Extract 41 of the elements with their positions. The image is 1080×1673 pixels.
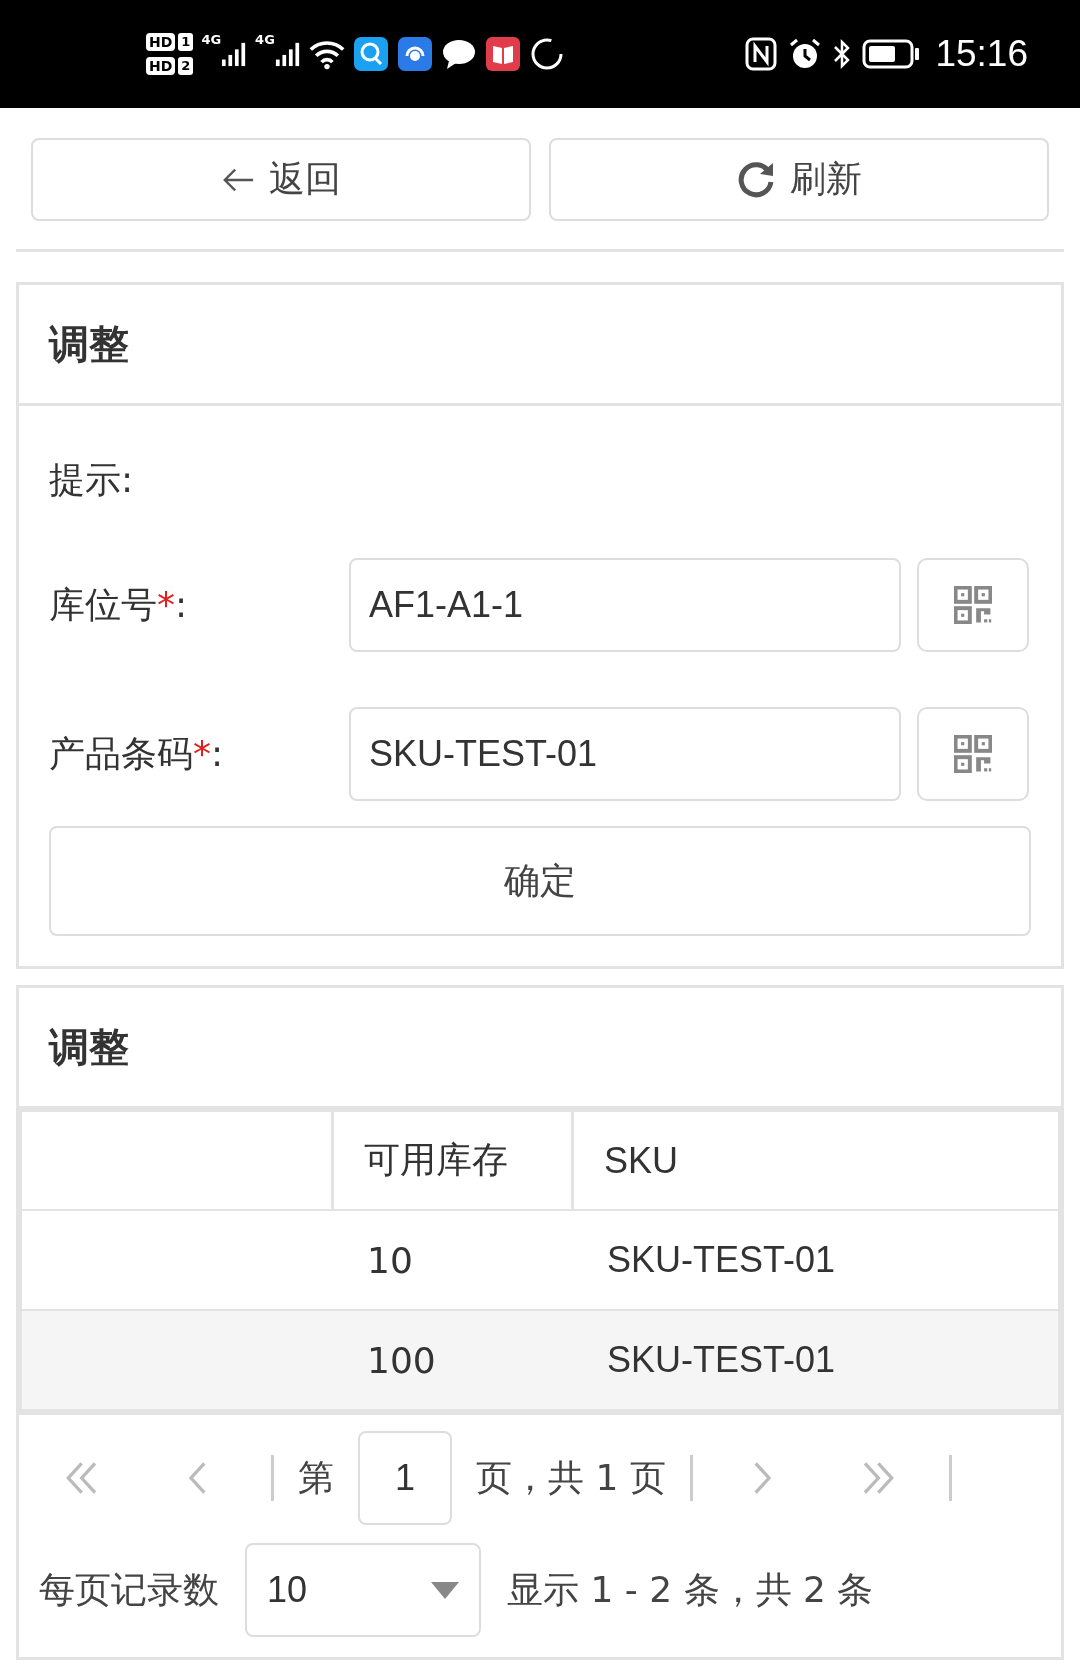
signal-icon (221, 40, 248, 68)
sim-label: HD (146, 57, 176, 75)
table-cell-text: 10 (366, 1238, 414, 1283)
network-label: 4G (201, 32, 222, 47)
record-summary: 显示 1 - 2 条，共 2 条 (507, 1567, 874, 1612)
refresh-button[interactable]: 刷新 (549, 138, 1049, 221)
refresh-icon (736, 159, 776, 200)
table-cell-text: 100 (366, 1338, 437, 1383)
field-label: 产品条码*: (49, 731, 225, 776)
input-field[interactable]: SKU-TEST-01 (349, 707, 901, 801)
sim-slot: 1 (178, 33, 194, 51)
input-field[interactable]: AF1-A1-1 (349, 558, 901, 652)
scan-button[interactable] (917, 707, 1029, 801)
sim-label: HD (146, 33, 176, 51)
per-page-label: 每页记录数 (39, 1567, 219, 1612)
search-app-icon (352, 37, 389, 71)
network-label: 4G (255, 32, 275, 47)
qr-code-icon (954, 586, 992, 624)
table-cell-text: SKU-TEST-01 (606, 1338, 837, 1382)
panel-title: 调整 (49, 319, 129, 369)
page-label: 第 (298, 1455, 334, 1500)
column-header: SKU (603, 1138, 680, 1183)
clock: 15:16 (935, 33, 1028, 75)
nfc-icon (743, 37, 780, 71)
caret-icon (431, 1581, 459, 1599)
page-total-label: 页，共 1 页 (476, 1455, 666, 1500)
back-button[interactable]: 返回 (31, 138, 531, 221)
battery-icon (861, 39, 922, 69)
table-cell-text: SKU-TEST-01 (606, 1238, 837, 1282)
field-label: 库位号*: (49, 582, 189, 627)
signal-icon (274, 40, 301, 68)
book-app-icon (484, 37, 521, 71)
sim-slot: 2 (178, 57, 194, 75)
per-page-select[interactable]: 10 (245, 1543, 481, 1637)
chat-icon (440, 37, 477, 71)
hint-label: 提示: (49, 458, 135, 502)
panel-title: 调整 (49, 1022, 129, 1072)
page-input[interactable]: 1 (358, 1431, 452, 1525)
scan-button[interactable] (917, 558, 1029, 652)
qr-code-icon (954, 735, 992, 773)
confirm-button[interactable]: 确定 (49, 826, 1031, 936)
